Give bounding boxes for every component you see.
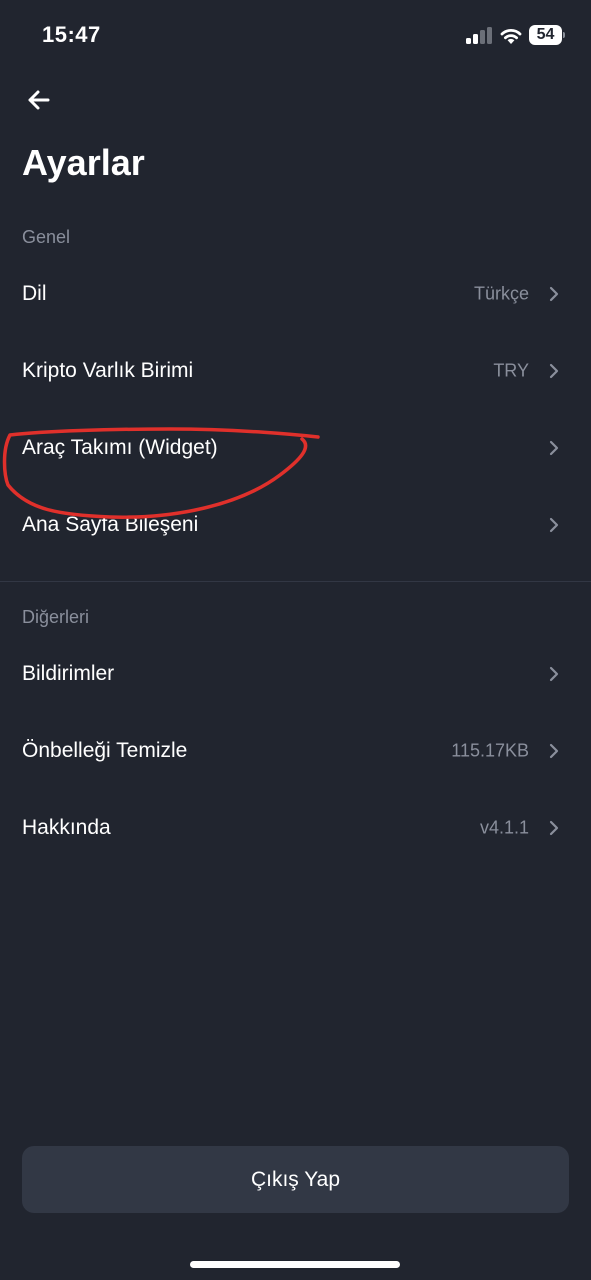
row-label: Bildirimler: [22, 662, 115, 685]
chevron-right-icon: [549, 363, 559, 379]
row-label: Araç Takımı (Widget): [22, 436, 218, 459]
settings-row-home-component[interactable]: Ana Sayfa Bileşeni: [0, 487, 591, 563]
logout-button[interactable]: Çıkış Yap: [22, 1146, 569, 1213]
settings-row-notifications[interactable]: Bildirimler: [0, 636, 591, 712]
row-label: Dil: [22, 282, 47, 305]
row-label: Önbelleği Temizle: [22, 739, 188, 762]
row-value: 115.17KB: [451, 740, 529, 761]
arrow-left-icon: [28, 90, 50, 110]
settings-row-about[interactable]: Hakkında v4.1.1: [0, 790, 591, 866]
settings-row-crypto-unit[interactable]: Kripto Varlık Birimi TRY: [0, 333, 591, 409]
row-value: v4.1.1: [479, 817, 529, 838]
section-label-general: Genel: [22, 227, 71, 247]
home-indicator: [190, 1261, 400, 1268]
wifi-icon: [500, 29, 522, 44]
section-label-others: Diğerleri: [22, 607, 90, 627]
chevron-right-icon: [549, 743, 559, 759]
back-button[interactable]: [22, 84, 56, 116]
chevron-right-icon: [549, 820, 559, 836]
chevron-right-icon: [549, 517, 559, 533]
chevron-right-icon: [549, 440, 559, 456]
cellular-signal-icon: [466, 27, 492, 44]
settings-screen: 15:47 54 Ayarlar Genel Dil Türkçe Kripto…: [0, 0, 591, 1280]
row-value: Türkçe: [473, 283, 529, 304]
row-label: Kripto Varlık Birimi: [22, 359, 194, 382]
settings-row-widget[interactable]: Araç Takımı (Widget): [0, 410, 591, 486]
row-value: TRY: [493, 360, 529, 381]
row-label: Hakkında: [22, 816, 111, 839]
status-time: 15:47: [42, 22, 101, 47]
page-title: Ayarlar: [22, 142, 145, 183]
chevron-right-icon: [549, 286, 559, 302]
row-label: Ana Sayfa Bileşeni: [22, 513, 199, 536]
chevron-right-icon: [549, 666, 559, 682]
status-bar: 15:47 54: [0, 0, 591, 70]
settings-row-language[interactable]: Dil Türkçe: [0, 256, 591, 332]
battery-icon: 54: [529, 25, 565, 45]
settings-row-clear-cache[interactable]: Önbelleği Temizle 115.17KB: [0, 713, 591, 789]
battery-level: 54: [536, 26, 555, 43]
logout-label: Çıkış Yap: [250, 1167, 341, 1191]
section-divider: [0, 581, 591, 582]
